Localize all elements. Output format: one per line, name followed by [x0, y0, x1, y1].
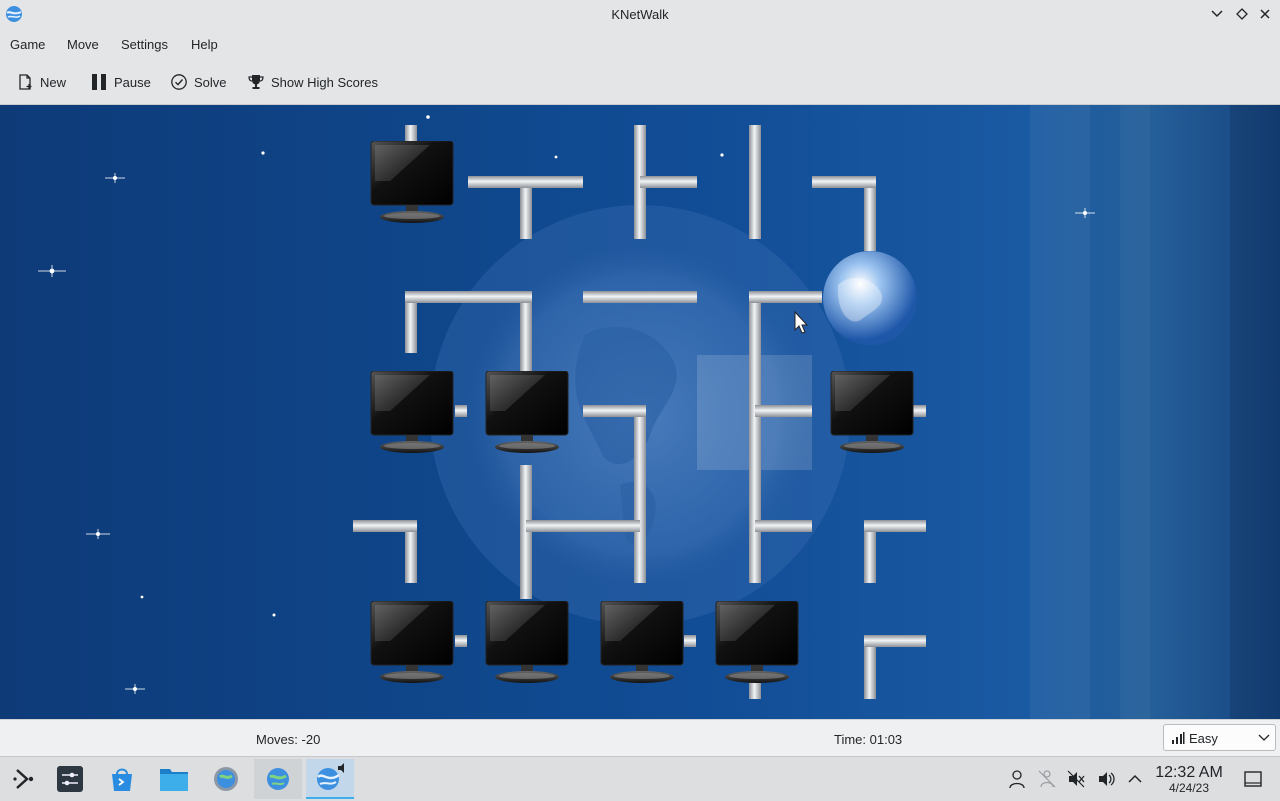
taskbar: 12:32 AM 4/24/23 [0, 756, 1280, 801]
task-file-manager[interactable] [150, 759, 198, 799]
monitor-terminal[interactable] [370, 601, 454, 684]
close-icon [1260, 9, 1270, 19]
difficulty-value: Easy [1189, 731, 1218, 746]
difficulty-select[interactable]: Easy [1163, 724, 1276, 751]
time-counter: Time: 01:03 [834, 732, 903, 747]
settings-sliders-icon [57, 766, 83, 792]
knetwalk-globe-icon [317, 763, 344, 790]
task-system-monitor[interactable] [202, 759, 250, 799]
menu-bar: Game Move Settings Help [0, 30, 1280, 59]
volume-muted-icon[interactable] [1066, 769, 1086, 789]
task-knetwalk[interactable] [306, 759, 354, 799]
new-label: New [40, 74, 67, 90]
background-stripe [1030, 105, 1090, 719]
close-button[interactable] [1255, 5, 1275, 25]
pause-icon [92, 74, 106, 90]
status-bar: Moves: -20 Time: 01:03 Easy [0, 719, 1280, 757]
clock-time[interactable]: 12:32 AM [1152, 764, 1226, 782]
chevron-down-icon [1211, 10, 1223, 18]
solve-label: Solve [194, 74, 227, 90]
game-board[interactable] [0, 105, 1280, 719]
monitor-terminal[interactable] [370, 141, 454, 224]
task-system-settings[interactable] [46, 759, 94, 799]
signal-bars-icon [1172, 732, 1185, 744]
shopping-bag-icon [112, 768, 132, 791]
toolbar: New Pause Solve Show High Scores [0, 59, 1280, 105]
task-globe-app[interactable] [254, 759, 302, 799]
application-launcher[interactable] [0, 759, 48, 799]
clock-date[interactable]: 4/24/23 [1152, 781, 1226, 795]
user-icon[interactable] [1007, 769, 1027, 789]
maximize-button[interactable] [1232, 5, 1252, 25]
title-bar: KNetWalk [0, 0, 1280, 30]
check-circle-icon [171, 74, 187, 90]
moves-counter: Moves: -20 [256, 732, 321, 747]
task-discover[interactable] [98, 759, 146, 799]
globe-gear-icon [214, 767, 238, 791]
menu-game[interactable]: Game [10, 37, 45, 52]
trophy-icon [248, 75, 264, 89]
background-stripe [1230, 105, 1280, 719]
background-stripe [1120, 105, 1150, 719]
show-high-scores-label: Show High Scores [271, 74, 378, 90]
board-canvas [38, 105, 1280, 719]
new-document-icon [19, 74, 32, 90]
volume-icon[interactable] [1096, 769, 1116, 789]
menu-help[interactable]: Help [191, 37, 218, 52]
globe-icon [267, 768, 289, 790]
minimize-button[interactable] [1207, 5, 1227, 25]
solve-button[interactable]: Solve [170, 70, 227, 94]
menu-settings[interactable]: Settings [121, 37, 168, 52]
show-desktop-icon[interactable] [1243, 769, 1263, 789]
monitor-terminal[interactable] [485, 601, 569, 684]
new-button[interactable]: New [16, 70, 66, 94]
pause-button[interactable]: Pause [90, 70, 151, 94]
chevron-down-icon [1258, 734, 1270, 741]
menu-move[interactable]: Move [67, 37, 99, 52]
window-title: KNetWalk [611, 7, 669, 22]
show-high-scores-button[interactable]: Show High Scores [247, 70, 378, 94]
folder-icon [160, 769, 188, 791]
diamond-icon [1236, 8, 1248, 20]
monitor-terminal[interactable] [600, 601, 684, 684]
monitor-terminal[interactable] [715, 601, 799, 684]
launcher-icon [13, 769, 34, 789]
network-icon[interactable] [1037, 769, 1057, 789]
pause-label: Pause [114, 74, 151, 90]
expand-tray-icon[interactable] [1125, 769, 1145, 789]
